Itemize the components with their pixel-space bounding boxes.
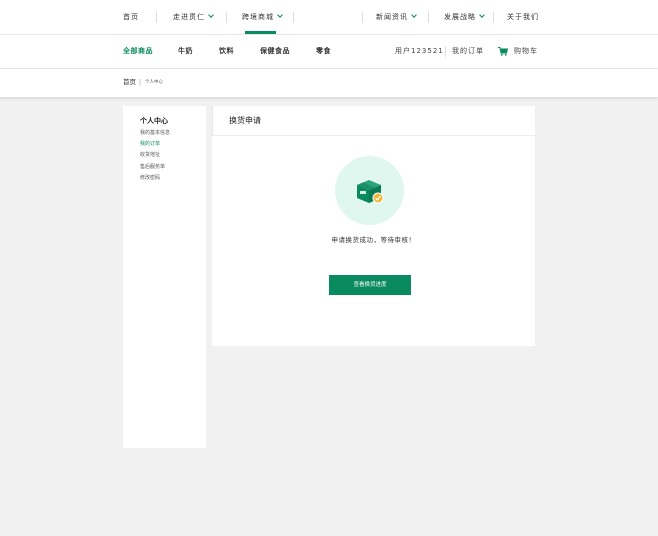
nav-news-label: 新闻资讯 <box>376 13 408 21</box>
exchange-request-panel: 换货申请 申请换货成功，等待审核！ 查看换货进度 <box>212 106 535 346</box>
nav-home[interactable]: 首页 <box>123 0 139 34</box>
category-all[interactable]: 全部商品 <box>123 35 153 68</box>
nav-separator <box>293 12 294 23</box>
sidebar-title: 个人中心 <box>140 117 168 125</box>
nav-separator <box>156 12 157 23</box>
nav-about-label: 走进贯仁 <box>173 13 205 21</box>
view-exchange-progress-button[interactable]: 查看换货进度 <box>329 275 411 295</box>
cart-link[interactable]: 购物车 <box>514 35 538 68</box>
sidebar-item-after-sales[interactable]: 售后服务单 <box>140 163 165 170</box>
breadcrumb: 首页 | 个人中心 <box>0 69 658 97</box>
chevron-down-icon <box>277 12 283 18</box>
nav-strategy[interactable]: 发展战略 <box>444 0 485 34</box>
my-orders-link[interactable]: 我的订单 <box>452 35 484 68</box>
nav-separator <box>493 12 494 23</box>
category-navigation: 全部商品 牛奶 饮料 保健食品 零食 用户123521 我的订单 购物车 <box>0 35 658 69</box>
chevron-down-icon <box>208 12 214 18</box>
category-drinks[interactable]: 饮料 <box>219 35 234 68</box>
shopping-cart-icon[interactable] <box>498 47 508 56</box>
sidebar-item-orders[interactable]: 我的订单 <box>140 140 160 147</box>
nav-strategy-label: 发展战略 <box>444 13 476 21</box>
nav-separator <box>428 12 429 23</box>
nav-about[interactable]: 走进贯仁 <box>173 0 214 34</box>
breadcrumb-home[interactable]: 首页 <box>123 69 136 96</box>
user-account-link[interactable]: 用户123521 <box>395 35 444 68</box>
user-center-sidebar: 个人中心 我的基本信息 我的订单 收货地址 售后服务单 修改密码 <box>123 106 206 448</box>
success-illustration <box>335 156 404 225</box>
panel-title: 换货申请 <box>229 116 261 125</box>
active-nav-indicator <box>245 31 276 34</box>
sidebar-item-password[interactable]: 修改密码 <box>140 174 160 181</box>
nav-news[interactable]: 新闻资讯 <box>376 0 417 34</box>
package-exchange-icon <box>357 180 384 204</box>
panel-header-divider <box>212 106 213 136</box>
panel-header: 换货申请 <box>212 106 535 136</box>
nav-separator <box>226 12 227 23</box>
category-health-food[interactable]: 保健食品 <box>260 35 290 68</box>
chevron-down-icon <box>411 12 417 18</box>
category-milk[interactable]: 牛奶 <box>178 35 193 68</box>
nav-cross-border-mall[interactable]: 跨境商城 <box>242 0 283 34</box>
success-message: 申请换货成功，等待审核！ <box>331 236 416 244</box>
nav-mall-label: 跨境商城 <box>242 13 274 21</box>
breadcrumb-separator: | <box>139 79 142 86</box>
user-separator <box>445 46 446 57</box>
top-navigation: 首页 走进贯仁 跨境商城 新闻资讯 发展战略 关于我们 <box>0 0 658 35</box>
breadcrumb-current: 个人中心 <box>145 80 163 85</box>
nav-separator <box>362 12 363 23</box>
sidebar-item-address[interactable]: 收货地址 <box>140 151 160 158</box>
chevron-down-icon <box>479 12 485 18</box>
nav-contact[interactable]: 关于我们 <box>507 0 539 34</box>
category-snacks[interactable]: 零食 <box>316 35 331 68</box>
sidebar-item-profile[interactable]: 我的基本信息 <box>140 129 170 136</box>
